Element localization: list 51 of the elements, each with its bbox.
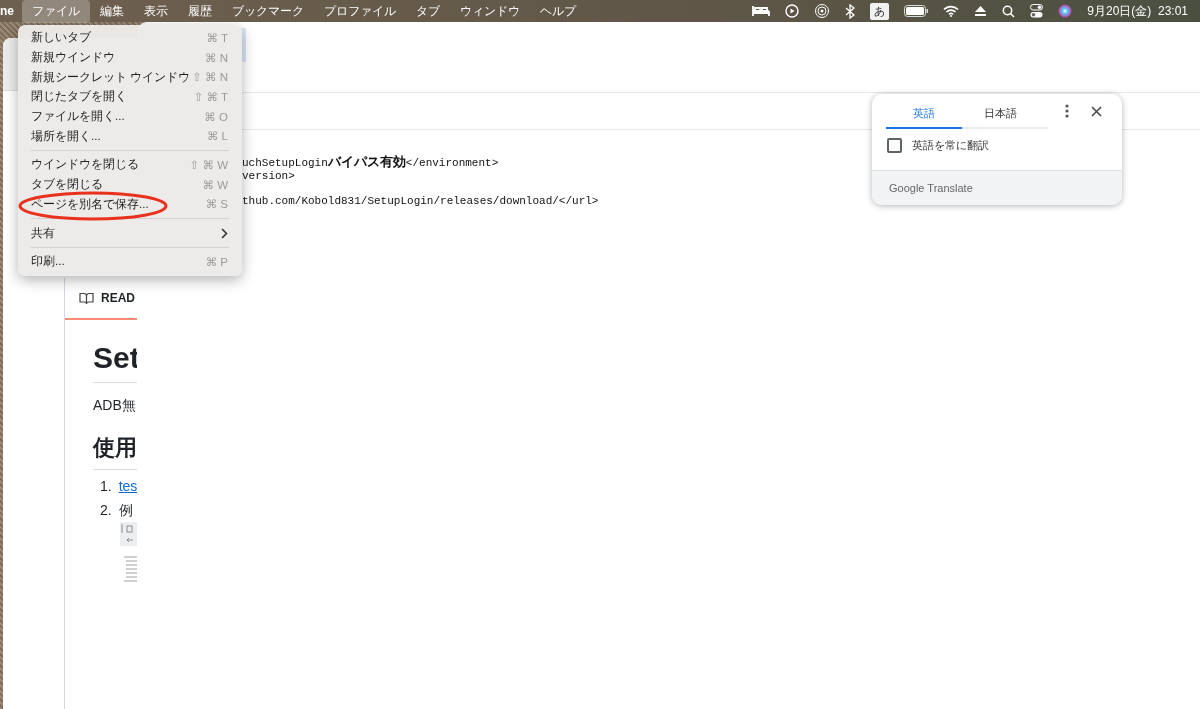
eject-icon[interactable]: [974, 5, 988, 17]
link[interactable]: tes: [118, 478, 138, 494]
input-source-indicator[interactable]: あ: [870, 2, 890, 20]
menu-item[interactable]: 新しいタブ ⌘ T: [24, 28, 236, 48]
menu-title[interactable]: タブ: [406, 0, 450, 23]
menu-title[interactable]: 履歴: [178, 0, 222, 23]
chevron-right-icon: [221, 227, 228, 239]
tab-label: READ: [101, 291, 135, 305]
language-tab[interactable]: 英語: [886, 99, 962, 129]
menu-item[interactable]: ページを別名で保存... ⌘ S: [24, 194, 236, 215]
broadcast-icon[interactable]: [814, 3, 831, 19]
list-number: 2.: [100, 502, 112, 520]
menu-title[interactable]: ブックマーク: [222, 0, 314, 23]
language-tab[interactable]: 日本語: [962, 99, 1038, 129]
menu-title[interactable]: ウィンドウ: [450, 0, 530, 23]
code-line: thub.com/Kobold831/SetupLogin/releases/download/</url>: [242, 195, 600, 208]
menu-item[interactable]: 共有: [24, 223, 236, 243]
bluetooth-icon[interactable]: [845, 3, 856, 19]
app-name[interactable]: ne: [0, 4, 22, 18]
list-number: 1.: [100, 478, 112, 494]
close-icon[interactable]: [1091, 105, 1102, 117]
menu-item[interactable]: ファイルを開く... ⌘ O: [24, 106, 236, 127]
menu-item[interactable]: 新規シークレット ウインドウ ⇧ ⌘ N: [24, 67, 236, 88]
more-options-icon[interactable]: [1065, 104, 1069, 118]
menu-item[interactable]: ウインドウを閉じる ⇧ ⌘ W: [24, 155, 236, 175]
menu-title[interactable]: 表示: [134, 0, 178, 23]
bed-icon[interactable]: [752, 5, 771, 17]
checkbox[interactable]: [887, 138, 902, 153]
menu-item[interactable]: 閉じたタブを開く ⇧ ⌘ T: [24, 87, 236, 107]
wifi-icon[interactable]: [943, 5, 960, 17]
menu-item[interactable]: 新規ウインドウ ⌘ N: [24, 47, 236, 68]
menu-item[interactable]: 印刷... ⌘ P: [24, 251, 236, 272]
assistant-icon[interactable]: [1058, 4, 1073, 18]
list-text: 例: [118, 502, 133, 520]
code-line: version>: [242, 170, 296, 183]
battery-icon[interactable]: [904, 5, 929, 17]
menu-item[interactable]: 場所を開く... ⌘ L: [24, 126, 236, 147]
menu-title[interactable]: ファイル: [22, 0, 90, 23]
code-line: uchSetupLoginバイパス有効</environment>: [242, 155, 500, 170]
menu-title[interactable]: ヘルプ: [530, 0, 586, 23]
book-icon: [79, 291, 94, 305]
search-icon[interactable]: [1002, 4, 1016, 18]
clock[interactable]: 9月20日(金) 23:01: [1087, 2, 1188, 20]
checkbox-label: 英語を常に翻訳: [912, 138, 989, 153]
play-icon[interactable]: [785, 4, 800, 18]
menu-title[interactable]: プロファイル: [314, 0, 406, 23]
toggles-icon[interactable]: [1030, 4, 1044, 18]
readme-paragraph: ADB無: [93, 397, 137, 415]
footer-text: Google Translate: [889, 182, 973, 194]
menu-item[interactable]: タブを閉じる ⌘ W: [24, 174, 236, 195]
menu-title[interactable]: 編集: [90, 0, 134, 23]
